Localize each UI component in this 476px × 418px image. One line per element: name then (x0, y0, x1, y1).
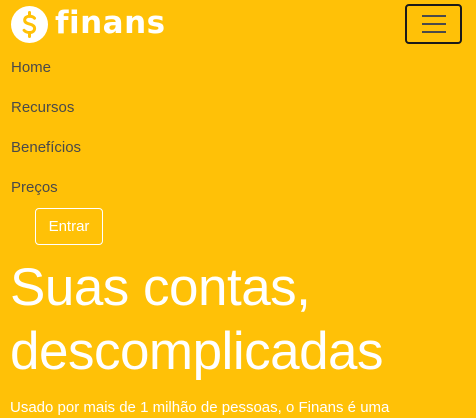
nav-item-home[interactable]: Home (11, 58, 51, 78)
nav-item-recursos[interactable]: Recursos (11, 98, 74, 118)
login-button[interactable]: Entrar (35, 208, 103, 245)
hero-subtitle: Usado por mais de 1 milhão de pessoas, o… (10, 399, 390, 416)
nav-item-beneficios[interactable]: Benefícios (11, 138, 81, 158)
hamburger-menu-icon (421, 15, 446, 33)
hero-title-line-2: descomplicadas (10, 322, 384, 381)
navbar-toggler-button[interactable] (405, 4, 462, 44)
hero-title: Suas contas, descomplicadas (10, 256, 384, 384)
navbar: finans (0, 0, 476, 48)
brand-logo[interactable]: finans (11, 5, 166, 43)
dollar-coin-icon (11, 5, 48, 43)
hero-title-line-1: Suas contas, (10, 258, 311, 317)
nav-item-precos[interactable]: Preços (11, 178, 58, 198)
brand-name: finans (55, 5, 166, 41)
